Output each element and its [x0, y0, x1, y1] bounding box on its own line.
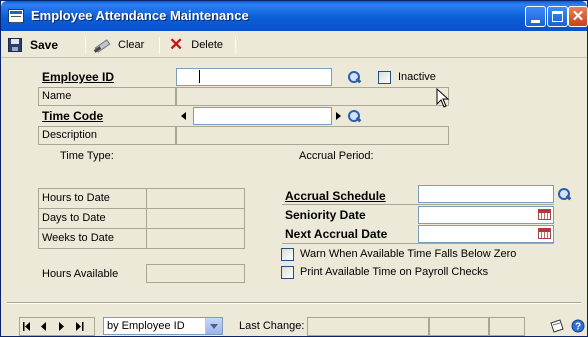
- warn-checkbox[interactable]: [281, 248, 294, 261]
- clear-button[interactable]: Clear: [93, 36, 144, 54]
- hours-to-date-label: Hours to Date: [42, 192, 110, 204]
- last-change-label: Last Change:: [239, 320, 305, 332]
- accrual-schedule-lookup-icon[interactable]: [557, 187, 571, 201]
- save-icon: [8, 38, 22, 52]
- print-checkbox[interactable]: [281, 266, 294, 279]
- record-nav-icons: [23, 322, 84, 331]
- description-field: [176, 126, 449, 145]
- help-icon[interactable]: ?: [571, 319, 585, 333]
- name-field: [176, 87, 449, 106]
- time-type-label: Time Type:: [60, 150, 114, 162]
- time-code-label[interactable]: Time Code: [42, 107, 103, 125]
- hours-available-label: Hours Available: [42, 268, 119, 280]
- sort-by-select[interactable]: by Employee ID: [103, 317, 223, 335]
- print-label: Print Available Time on Payroll Checks: [300, 266, 489, 278]
- clear-button-label: Clear: [118, 39, 145, 51]
- time-code-lookup-icon[interactable]: [347, 109, 361, 123]
- warn-label: Warn When Available Time Falls Below Zer…: [300, 248, 517, 260]
- next-record-icon[interactable]: [59, 322, 64, 331]
- save-button-label: Save: [30, 38, 59, 52]
- last-record-icon[interactable]: [76, 322, 84, 331]
- row-divider: [38, 208, 245, 209]
- employee-id-label[interactable]: Employee ID: [42, 68, 114, 86]
- next-accrual-date-label: Next Accrual Date: [285, 227, 388, 241]
- toolbar-separator: [85, 37, 86, 53]
- app-window: Employee Attendance Maintenance ✕ Save C…: [0, 0, 588, 337]
- previous-record-icon[interactable]: [41, 322, 46, 331]
- toolbar-separator: [159, 37, 160, 53]
- title-bar[interactable]: Employee Attendance Maintenance ✕: [1, 1, 588, 31]
- last-change-field: [307, 317, 429, 336]
- time-code-field[interactable]: [193, 107, 332, 125]
- window-title: Employee Attendance Maintenance: [31, 8, 249, 23]
- row-divider: [38, 228, 245, 229]
- accrual-schedule-field[interactable]: [418, 185, 554, 203]
- note-icon[interactable]: [549, 319, 565, 333]
- last-change-extra-field: [489, 317, 525, 336]
- days-to-date-label: Days to Date: [42, 212, 106, 224]
- inactive-checkbox[interactable]: [378, 71, 391, 84]
- save-button[interactable]: Save: [8, 36, 58, 54]
- description-label: Description: [42, 129, 98, 141]
- minimize-button[interactable]: [525, 6, 546, 27]
- close-icon: ✕: [571, 8, 585, 25]
- weeks-to-date-label: Weeks to Date: [42, 232, 114, 244]
- next-accrual-date-field[interactable]: [418, 225, 554, 243]
- column-divider: [146, 188, 147, 249]
- seniority-calendar-icon[interactable]: [538, 209, 551, 220]
- mouse-pointer-icon: [436, 88, 450, 108]
- sort-by-value: by Employee ID: [107, 320, 185, 332]
- seniority-date-field[interactable]: [418, 206, 554, 224]
- seniority-date-label: Seniority Date: [285, 208, 366, 222]
- last-change-user-field: [429, 317, 489, 336]
- accrual-schedule-label[interactable]: Accrual Schedule: [285, 187, 386, 205]
- employee-id-lookup-icon[interactable]: [347, 70, 361, 84]
- name-label: Name: [42, 90, 72, 102]
- minimize-icon: [531, 20, 540, 23]
- next-accrual-calendar-icon[interactable]: [538, 228, 551, 239]
- maximize-icon: [552, 11, 563, 22]
- clear-eraser-icon: [93, 38, 111, 52]
- next-arrow-icon[interactable]: [336, 112, 341, 120]
- delete-button-label: Delete: [191, 39, 224, 51]
- previous-arrow-icon[interactable]: [181, 112, 186, 120]
- toolbar-separator: [235, 37, 236, 53]
- hours-available-field: [146, 264, 245, 283]
- toolbar: Save Clear ✕ Delete: [1, 31, 587, 58]
- employee-id-field[interactable]: [176, 68, 332, 86]
- svg-text:?: ?: [575, 322, 581, 333]
- window-app-icon: [8, 9, 24, 23]
- first-record-icon[interactable]: [23, 322, 30, 331]
- maximize-button[interactable]: [547, 6, 568, 27]
- text-caret: [199, 70, 200, 83]
- delete-button[interactable]: ✕ Delete: [169, 36, 223, 54]
- footer-divider: [7, 302, 581, 304]
- chevron-down-icon[interactable]: [205, 318, 222, 334]
- inactive-label: Inactive: [398, 71, 436, 83]
- accrual-period-label: Accrual Period:: [299, 150, 374, 162]
- close-button[interactable]: ✕: [568, 6, 588, 27]
- delete-x-icon: ✕: [169, 35, 184, 54]
